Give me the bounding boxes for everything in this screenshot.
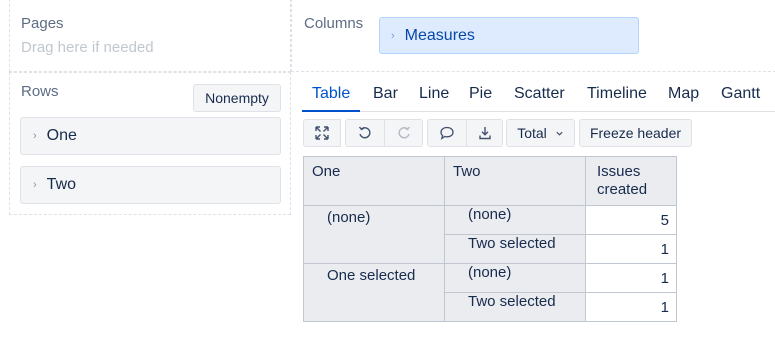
redo-button[interactable] xyxy=(384,119,423,147)
row-header-two[interactable]: Two selected xyxy=(444,292,586,322)
row-header-two[interactable]: Two selected xyxy=(444,234,586,264)
freeze-header-button[interactable]: Freeze header xyxy=(579,119,692,147)
table-row: (none) (none) 5 xyxy=(303,205,677,264)
columns-item-measures[interactable]: › Measures xyxy=(379,17,639,54)
rows-item-two[interactable]: › Two xyxy=(20,166,281,204)
row-header-one[interactable]: One selected xyxy=(303,263,445,322)
visualization-tabs: Table Bar Line Pie Scatter Timeline Map … xyxy=(302,82,775,112)
column-header-issues-created[interactable]: Issues created xyxy=(585,156,677,206)
tab-map[interactable]: Map xyxy=(668,82,699,112)
redo-icon xyxy=(397,126,410,139)
tab-pie[interactable]: Pie xyxy=(469,82,492,112)
tab-timeline[interactable]: Timeline xyxy=(587,82,647,112)
pages-drop-zone[interactable]: Pages Drag here if needed xyxy=(9,0,291,72)
chevron-right-icon: › xyxy=(391,29,395,42)
comment-icon xyxy=(440,126,454,141)
chevron-right-icon: › xyxy=(33,130,37,142)
row-header-one[interactable]: (none) xyxy=(303,205,445,264)
tab-scatter[interactable]: Scatter xyxy=(514,82,565,112)
export-button[interactable] xyxy=(466,119,503,147)
columns-drop-zone[interactable]: Columns › Measures xyxy=(291,0,775,72)
column-header-one[interactable]: One xyxy=(303,156,445,206)
table-row: One selected (none) 1 xyxy=(303,263,677,322)
pages-label: Pages xyxy=(21,15,64,32)
comment-button[interactable] xyxy=(427,119,467,147)
tab-table[interactable]: Table xyxy=(302,82,361,112)
tab-gantt[interactable]: Gantt xyxy=(721,82,760,112)
columns-item-label: Measures xyxy=(404,26,475,44)
chevron-down-icon xyxy=(556,131,563,136)
table-cell-value[interactable]: 1 xyxy=(585,234,677,264)
table-cell-value[interactable]: 5 xyxy=(585,205,677,235)
chevron-right-icon: › xyxy=(33,179,37,191)
nonempty-button[interactable]: Nonempty xyxy=(193,84,281,112)
results-table: One Two Issues created (none) (none) 5 T… xyxy=(303,156,677,322)
column-header-two[interactable]: Two xyxy=(444,156,586,206)
rows-item-label: Two xyxy=(46,176,77,193)
pages-placeholder: Drag here if needed xyxy=(21,39,154,56)
total-dropdown[interactable]: Total xyxy=(506,119,575,147)
export-icon xyxy=(478,127,491,140)
table-cell-value[interactable]: 1 xyxy=(585,263,677,293)
tab-bar[interactable]: Bar xyxy=(373,82,398,112)
tab-line[interactable]: Line xyxy=(419,82,449,112)
rows-item-label: One xyxy=(46,127,77,144)
table-cell-value[interactable]: 1 xyxy=(585,292,677,322)
expand-icon xyxy=(315,126,329,140)
full-screen-button[interactable] xyxy=(303,119,341,147)
undo-icon xyxy=(358,126,371,139)
total-label: Total xyxy=(517,125,547,141)
columns-label: Columns xyxy=(304,15,364,32)
rows-label: Rows xyxy=(21,83,59,100)
undo-button[interactable] xyxy=(345,119,385,147)
rows-item-one[interactable]: › One xyxy=(20,117,281,155)
row-header-two[interactable]: (none) xyxy=(444,205,586,235)
row-header-two[interactable]: (none) xyxy=(444,263,586,293)
rows-drop-zone[interactable]: Rows Nonempty › One › Two xyxy=(9,72,291,215)
